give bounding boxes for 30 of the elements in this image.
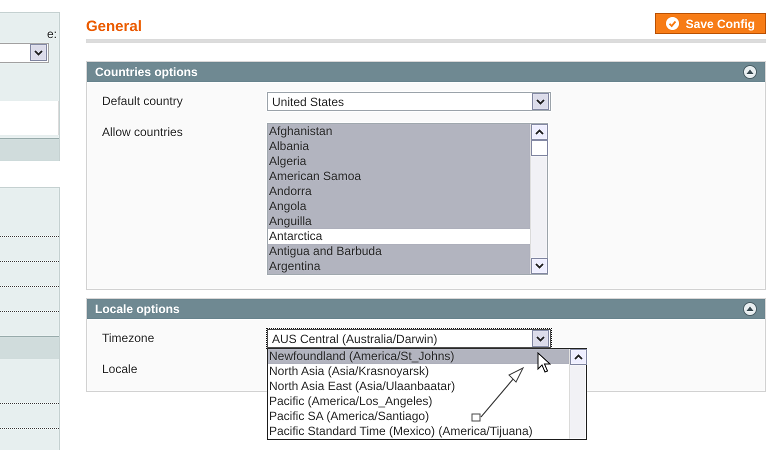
scroll-up-icon[interactable] xyxy=(531,124,548,140)
field-label: Timezone xyxy=(102,330,156,345)
list-option[interactable]: American Samoa xyxy=(268,169,530,184)
list-option[interactable]: Argentina xyxy=(268,259,530,274)
field-label: Allow countries xyxy=(102,124,184,139)
section-title: Countries options xyxy=(95,65,198,79)
page-title: General xyxy=(86,17,142,35)
list-option[interactable]: Algeria xyxy=(268,154,530,169)
check-icon xyxy=(666,17,679,30)
scroll-thumb[interactable] xyxy=(531,140,548,156)
cursor-icon xyxy=(537,352,551,374)
multiselect-list[interactable]: Afghanistan Albania Algeria American Samoa Andorra Angola Anguilla Antarctica Antigua and Barbuda Argentina xyxy=(267,123,548,275)
select-field[interactable]: AUS Central (Australia/Darwin) xyxy=(267,329,551,348)
select-field[interactable]: United States xyxy=(267,92,551,111)
field-label: Locale xyxy=(102,361,138,376)
list-option[interactable]: Afghanistan xyxy=(268,124,530,139)
sidebar-box xyxy=(0,101,59,135)
list-option[interactable]: Albania xyxy=(268,139,530,154)
section-title: Locale options xyxy=(95,302,180,316)
list-option[interactable]: Andorra xyxy=(268,184,530,199)
field-label: Default country xyxy=(102,93,184,108)
scroll-up-icon[interactable] xyxy=(570,349,587,365)
scroll-down-icon[interactable] xyxy=(531,258,548,274)
list-option[interactable]: Anguilla xyxy=(268,214,530,229)
scope-label: e: xyxy=(46,26,58,43)
section-header[interactable]: Countries options xyxy=(87,62,765,82)
dropdown-option[interactable]: Newfoundland (America/St_Johns) xyxy=(268,349,569,364)
list-option[interactable]: Angola xyxy=(268,199,530,214)
section-header[interactable]: Locale options xyxy=(87,299,765,319)
list-option[interactable]: Antigua and Barbuda xyxy=(268,244,530,259)
